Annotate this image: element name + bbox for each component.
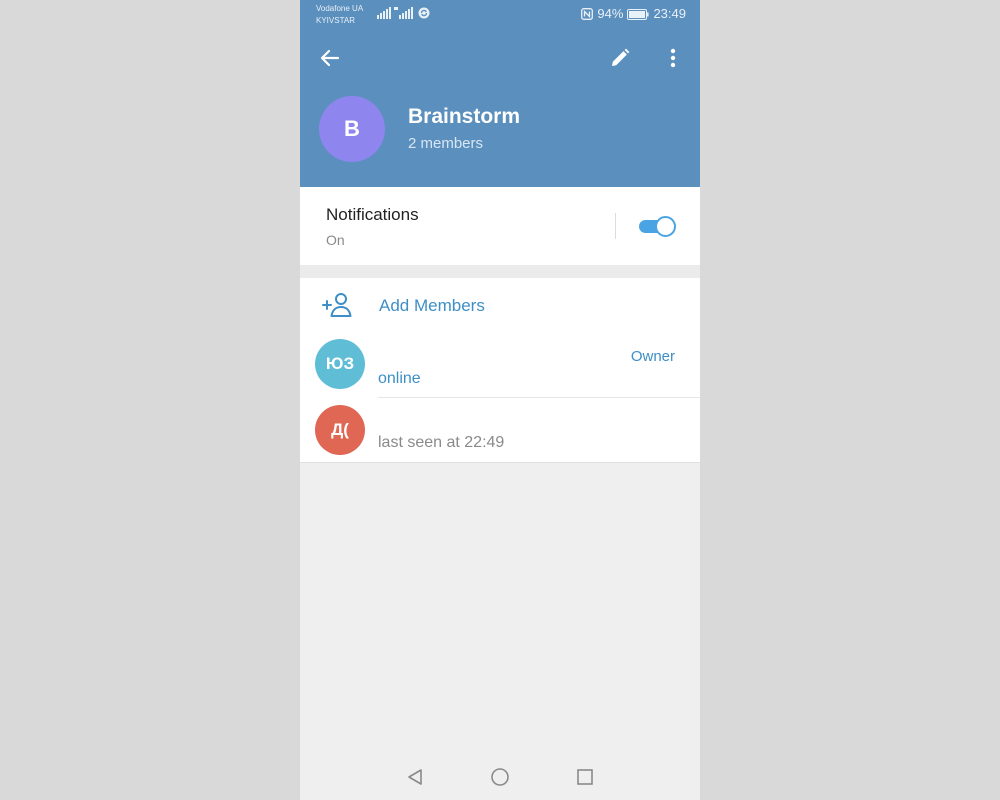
notifications-row[interactable]: Notifications On [300, 187, 700, 265]
nav-home-button[interactable] [487, 764, 513, 790]
sync-icon [418, 7, 430, 19]
carrier-2: KYIVSTAR [316, 16, 355, 25]
chat-info-header: Vodafone UA KYIVSTAR 94% 23:49 B Brainst… [300, 0, 700, 187]
edit-button[interactable] [606, 44, 634, 72]
battery-percent: 94% [597, 6, 624, 21]
add-members-button[interactable]: Add Members [300, 278, 700, 334]
members-section: Add Members ЮЗ online Owner Д( last seen… [300, 278, 700, 462]
circle-home-icon [491, 768, 509, 786]
avatar: ЮЗ [315, 339, 365, 389]
triangle-back-icon [408, 769, 422, 785]
notifications-state: On [326, 232, 345, 248]
more-options-button[interactable] [659, 44, 687, 72]
group-title: Brainstorm [408, 105, 521, 128]
pencil-icon [612, 48, 630, 66]
carrier-1: Vodafone UA [316, 4, 364, 13]
group-avatar[interactable]: B [319, 96, 385, 162]
avatar: Д( [315, 405, 365, 455]
system-navigation-bar [300, 752, 700, 800]
member-status: last seen at 22:49 [378, 434, 505, 451]
avatar-initials: ЮЗ [325, 354, 355, 373]
group-avatar-letter: B [344, 116, 360, 141]
add-members-label: Add Members [379, 296, 485, 315]
phone-screen: Vodafone UA KYIVSTAR 94% 23:49 B Brainst… [300, 0, 700, 800]
avatar-initials: Д( [331, 420, 349, 439]
square-recents-icon [577, 769, 593, 785]
notifications-toggle[interactable] [638, 215, 676, 237]
arrow-left-icon [320, 49, 340, 67]
member-status: online [378, 370, 421, 387]
signal-icon [377, 7, 391, 19]
nav-recents-button[interactable] [572, 764, 598, 790]
member-role-badge: Owner [630, 348, 675, 365]
divider [615, 213, 616, 239]
nav-back-button[interactable] [402, 764, 428, 790]
status-bar: Vodafone UA KYIVSTAR 94% 23:49 [300, 0, 700, 30]
member-row[interactable]: ЮЗ online Owner [300, 334, 700, 398]
toggle-thumb [655, 216, 676, 237]
back-button[interactable] [316, 44, 344, 72]
status-right: 94% 23:49 [581, 6, 686, 22]
member-row[interactable]: Д( last seen at 22:49 [300, 398, 700, 462]
nfc-icon [581, 8, 594, 20]
divider [300, 462, 700, 463]
clock: 23:49 [653, 6, 686, 21]
signal-4g-icon [394, 7, 413, 19]
add-user-icon [322, 293, 352, 317]
battery-icon [627, 8, 650, 20]
group-member-count: 2 members [408, 135, 484, 152]
more-vertical-icon [670, 48, 676, 68]
carrier-info: Vodafone UA KYIVSTAR [316, 3, 363, 27]
notifications-title: Notifications [326, 205, 419, 224]
section-separator [300, 265, 700, 278]
